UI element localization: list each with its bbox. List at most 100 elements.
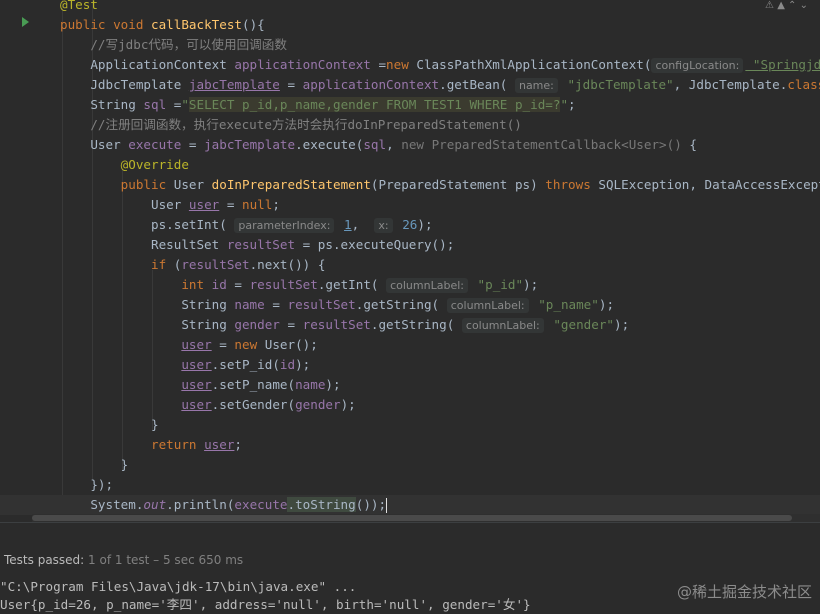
code-token: User [60, 197, 189, 212]
parameter-hint: x: [374, 218, 393, 233]
code-token: sql [363, 137, 387, 152]
code-line[interactable]: if (resultSet.next()) { [0, 255, 325, 275]
code-token: ClassPathXmlApplicationContext( [416, 57, 652, 72]
code-token: = [279, 317, 303, 332]
code-token: String [60, 297, 235, 312]
code-token: .setP_name( [211, 377, 296, 392]
code-line[interactable]: user = new User(); [0, 335, 318, 355]
code-token: new [386, 57, 417, 72]
tests-passed-label: Tests passed: [4, 553, 85, 567]
code-token: .execute( [295, 137, 364, 152]
code-token: } [60, 417, 159, 432]
code-token: (PreparedStatement ps) [370, 177, 546, 192]
code-line[interactable]: @Override [0, 155, 189, 175]
code-token: , JdbcTemplate. [673, 77, 788, 92]
code-line[interactable]: @Test [0, 0, 98, 15]
code-line[interactable]: user.setP_id(id); [0, 355, 310, 375]
text-caret [386, 498, 388, 513]
code-token: gender [234, 317, 280, 332]
code-line[interactable]: System.out.println(execute.toString()); [0, 495, 820, 515]
code-line[interactable]: } [0, 455, 129, 475]
code-line[interactable]: public void callBackTest(){ [0, 15, 265, 35]
code-line[interactable]: User execute = jabcTemplate.execute(sql,… [0, 135, 697, 155]
code-line[interactable]: public User doInPreparedStatement(Prepar… [0, 175, 820, 195]
code-token: , [351, 217, 375, 232]
code-token: jabcTemplate [188, 77, 280, 92]
code-token: ); [417, 217, 433, 232]
code-token: = ps.executeQuery(); [295, 237, 455, 252]
code-token: resultSet [302, 317, 371, 332]
code-token: User(); [264, 337, 318, 352]
code-token: sql [143, 97, 167, 112]
code-token: return [151, 437, 205, 452]
code-line[interactable]: String sql ="SELECT p_id,p_name,gender F… [0, 95, 576, 115]
parameter-hint: columnLabel: [461, 318, 544, 333]
code-token: }); [60, 477, 114, 492]
code-line[interactable]: user.setGender(gender); [0, 395, 355, 415]
code-token: "p_name" [530, 297, 599, 312]
code-editor[interactable]: ⚠ ▲ ⌃ ⌄ @Test public void callBackTest(){… [0, 0, 820, 522]
code-token: " [181, 97, 189, 112]
horizontal-scrollbar[interactable] [32, 514, 820, 522]
code-token: ps.setInt( [60, 217, 235, 232]
code-token: //写jdbc代码，可以使用回调函数 [60, 37, 287, 52]
code-line[interactable]: //注册回调函数，执行execute方法时会执行doInPreparedStat… [0, 115, 522, 135]
code-token: ); [325, 377, 341, 392]
code-token: User [173, 177, 212, 192]
code-token: (){ [242, 17, 265, 32]
code-token: = [211, 337, 235, 352]
code-token: ); [523, 277, 539, 292]
code-token: if [151, 257, 174, 272]
code-line[interactable]: user.setP_name(name); [0, 375, 341, 395]
code-token: new [234, 337, 265, 352]
parameter-hint: columnLabel: [386, 278, 468, 293]
code-token: SQLException, DataAccessException [598, 177, 820, 192]
tests-passed-detail: 1 of 1 test – 5 sec 650 ms [84, 553, 244, 567]
code-token: @Override [60, 157, 189, 172]
code-token: name [234, 297, 265, 312]
code-token: applicationContext [302, 77, 440, 92]
code-token: out [143, 497, 167, 512]
code-line[interactable]: //写jdbc代码，可以使用回调函数 [0, 35, 287, 55]
code-line[interactable]: ApplicationContext applicationContext =n… [0, 55, 820, 75]
code-token: 26 [402, 217, 418, 232]
code-token: execute [234, 497, 288, 512]
code-token: .toString [287, 497, 356, 512]
code-token: = [264, 297, 288, 312]
code-token: void [113, 17, 151, 32]
code-token: user [181, 357, 212, 372]
code-line[interactable]: String gender = resultSet.getString( col… [0, 315, 629, 335]
code-line[interactable]: int id = resultSet.getInt( columnLabel: … [0, 275, 538, 295]
code-line[interactable]: ps.setInt( parameterIndex: 1, x: 26); [0, 215, 433, 235]
code-token: System. [60, 497, 144, 512]
code-token: String [60, 317, 235, 332]
code-line[interactable]: ResultSet resultSet = ps.executeQuery(); [0, 235, 454, 255]
code-line[interactable]: String name = resultSet.getString( colum… [0, 295, 614, 315]
code-token: .getInt( [317, 277, 387, 292]
code-token: name [295, 377, 326, 392]
code-token: = [226, 277, 250, 292]
code-token: = [166, 97, 182, 112]
code-token: ); [614, 317, 630, 332]
code-line[interactable]: }); [0, 475, 113, 495]
inspection-icons[interactable]: ⚠ ▲ ⌃ ⌄ [765, 0, 808, 11]
code-token: applicationContext [234, 57, 371, 72]
code-line[interactable]: } [0, 415, 159, 435]
code-line[interactable]: return user; [0, 435, 242, 455]
code-token: = [370, 57, 387, 72]
code-line[interactable]: User user = null; [0, 195, 280, 215]
scrollbar-thumb[interactable] [32, 515, 792, 521]
code-token: int [181, 277, 212, 292]
code-token: doInPreparedStatement [211, 177, 371, 192]
code-token: .next()) { [249, 257, 326, 272]
code-line[interactable]: JdbcTemplate jabcTemplate = applicationC… [0, 75, 820, 95]
code-token: gender [295, 397, 341, 412]
code-token: String [60, 97, 144, 112]
run-panel: Tests passed: 1 of 1 test – 5 sec 650 ms… [0, 522, 820, 612]
